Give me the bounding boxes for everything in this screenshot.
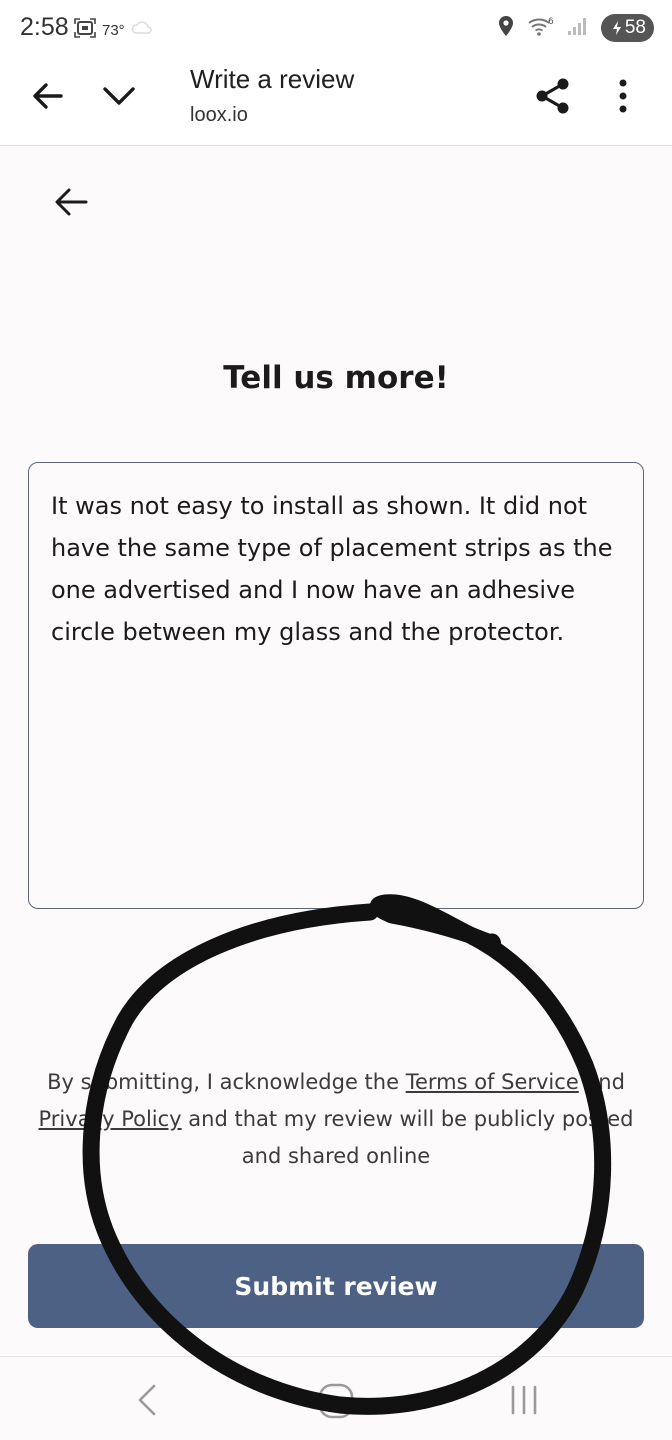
nav-recents-icon[interactable] xyxy=(508,1383,540,1421)
screenshot-icon xyxy=(74,17,96,43)
back-arrow-icon[interactable] xyxy=(30,78,66,118)
status-temperature: 73° xyxy=(102,21,125,39)
consent-text: By submitting, I acknowledge the Terms o… xyxy=(20,1064,652,1175)
submit-review-button[interactable]: Submit review xyxy=(28,1244,644,1328)
chevron-down-icon[interactable] xyxy=(100,80,138,116)
system-nav-bar xyxy=(0,1356,672,1440)
consent-suffix: and that my review will be publicly post… xyxy=(181,1107,634,1168)
share-icon[interactable] xyxy=(534,76,572,120)
battery-icon: 58 xyxy=(600,14,654,42)
form-heading: Tell us more! xyxy=(223,360,449,396)
browser-toolbar: Write a review loox.io xyxy=(0,56,672,146)
weather-icon xyxy=(131,18,153,42)
signal-icon xyxy=(567,16,589,40)
form-back-icon[interactable] xyxy=(50,182,92,222)
consent-prefix: By submitting, I acknowledge the xyxy=(47,1070,406,1094)
consent-middle: and xyxy=(578,1070,625,1094)
status-left-icons: 73° xyxy=(74,17,153,43)
page-url[interactable]: loox.io xyxy=(190,104,248,127)
battery-level: 58 xyxy=(624,17,646,38)
svg-text:6: 6 xyxy=(548,17,554,27)
terms-of-service-link[interactable]: Terms of Service xyxy=(406,1070,579,1094)
review-textarea[interactable]: It was not easy to install as shown. It … xyxy=(28,462,644,909)
wifi-icon: 6 xyxy=(527,15,555,41)
status-right-icons: 6 58 xyxy=(497,14,654,42)
nav-home-icon[interactable] xyxy=(316,1381,356,1425)
status-time: 2:58 xyxy=(20,13,69,41)
more-vert-icon[interactable] xyxy=(614,78,632,118)
status-bar: 2:58 73° 6 58 xyxy=(0,0,672,56)
page-title: Write a review xyxy=(190,64,355,94)
location-icon xyxy=(497,15,515,41)
nav-back-icon[interactable] xyxy=(134,1383,160,1421)
privacy-policy-link[interactable]: Privacy Policy xyxy=(39,1107,182,1131)
